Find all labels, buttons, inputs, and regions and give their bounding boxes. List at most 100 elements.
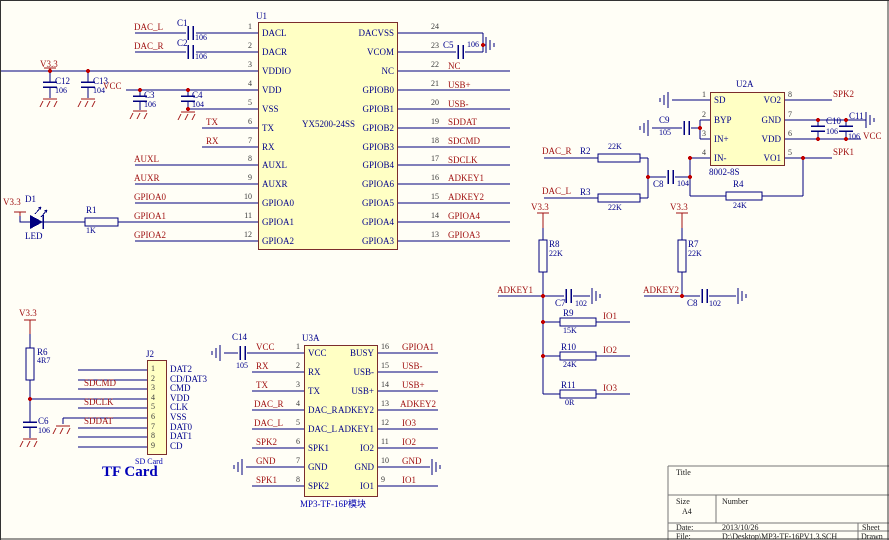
- net-label: USB-: [448, 100, 469, 109]
- u2a-pin-name: IN-: [714, 154, 727, 163]
- j2-pin-number: 4: [151, 394, 155, 402]
- u2a-part-number: 8002-8S: [709, 168, 740, 177]
- c9-value: 105: [659, 129, 671, 137]
- r6-value: 4R7: [37, 357, 50, 365]
- j2-pin-number: 2: [151, 375, 155, 383]
- r11-value: 0R: [565, 399, 574, 407]
- j2-pin-number: 3: [151, 384, 155, 392]
- u3a-pin-number: 14: [381, 381, 389, 389]
- u1-pin-name: AUXL: [262, 161, 287, 170]
- u3a-pin-name: BUSY: [322, 349, 374, 358]
- net-label: VCC: [103, 82, 122, 91]
- j2-pin-name: VSS: [170, 413, 187, 422]
- power-label: V3.3: [19, 309, 37, 318]
- u3a-pin-number: 15: [381, 362, 389, 370]
- u1-pin-name: GPIOA0: [262, 199, 294, 208]
- titleblock-number-label: Number: [722, 498, 748, 506]
- net-label: SDCMD: [448, 137, 480, 146]
- u1-pin-number: 21: [431, 80, 439, 88]
- titleblock-size-label: Size: [676, 498, 690, 506]
- u2a-pin-number: 2: [692, 111, 706, 119]
- net-label: USB-: [402, 362, 423, 371]
- net-label: GPIOA2: [134, 231, 166, 240]
- j2-pin-name: CMD: [170, 384, 191, 393]
- net-label: NC: [448, 62, 461, 71]
- c9-ref: C9: [659, 116, 670, 125]
- power-label: V3.3: [670, 203, 688, 212]
- j2-pin-name: DAT1: [170, 432, 192, 441]
- c5-value: 106: [467, 41, 479, 49]
- u2a-pin-number: 1: [692, 91, 706, 99]
- j2-pin-number: 7: [151, 423, 155, 431]
- r10-value: 24K: [563, 361, 577, 369]
- net-label: SDDAT: [448, 118, 477, 127]
- r2-value: 22K: [608, 143, 622, 151]
- net-label: SDDAT: [84, 417, 113, 426]
- net-label: IO3: [402, 419, 416, 428]
- r4-ref: R4: [733, 180, 744, 189]
- net-label: DAC_L: [134, 23, 163, 32]
- u1-pin-number: 24: [431, 23, 439, 31]
- u2a-ref: U2A: [736, 80, 754, 89]
- j2-pin-number: 6: [151, 413, 155, 421]
- u3a-pin-name: GND: [322, 463, 374, 472]
- c11-value: 106: [848, 133, 860, 141]
- c7-value: 102: [575, 300, 587, 308]
- r2-ref: R2: [580, 147, 591, 156]
- net-label: DAC_L: [254, 419, 283, 428]
- u3a-pin-number: 1: [286, 343, 300, 351]
- net-label: AUXR: [134, 174, 160, 183]
- u1-pin-number: 12: [234, 231, 252, 239]
- titleblock-date-label: Date:: [676, 524, 693, 532]
- c7-ref: C7: [555, 299, 566, 308]
- u1-pin-name: GPIOB2: [330, 124, 394, 133]
- tf-card-title: TF Card: [102, 468, 158, 477]
- r10-ref: R10: [561, 343, 576, 352]
- c14-ref: C14: [232, 333, 247, 342]
- c5-ref: C5: [443, 41, 454, 50]
- net-label: AUXL: [134, 155, 159, 164]
- u3a-pin-number: 12: [381, 419, 389, 427]
- u3a-pin-number: 8: [286, 476, 300, 484]
- net-label: SDCMD: [84, 379, 116, 388]
- net-label: SDCLK: [84, 398, 114, 407]
- schematic-graphics: [0, 0, 889, 540]
- u3a-pin-name: ADKEY1: [322, 425, 374, 434]
- c2-value: 106: [195, 53, 207, 61]
- u2a-pin-name: SD: [714, 96, 726, 105]
- u1-pin-name: VCOM: [330, 48, 394, 57]
- r4-value: 24K: [733, 202, 747, 210]
- net-label: SPK2: [256, 438, 277, 447]
- net-label: GND: [402, 457, 422, 466]
- r8-value: 22K: [549, 250, 563, 258]
- net-label: IO1: [402, 476, 416, 485]
- u3a-pin-name: TX: [308, 387, 320, 396]
- net-label: ADKEY2: [448, 193, 484, 202]
- ground-bar-icon: [432, 459, 440, 475]
- power-label: V3.3: [3, 198, 21, 207]
- ground-bar-icon: [234, 459, 242, 475]
- net-label: VCC: [863, 132, 882, 141]
- c8-value: 104: [677, 180, 689, 188]
- r9-value: 15K: [563, 327, 577, 335]
- r7-ref: R7: [688, 240, 699, 249]
- ground-bar-icon: [660, 92, 668, 108]
- j2-pin-number: 9: [151, 442, 155, 450]
- net-label: SPK2: [833, 90, 854, 99]
- d1-ref: D1: [25, 195, 36, 204]
- net-label: GPIOA1: [402, 343, 434, 352]
- u1-pin-number: 1: [234, 23, 252, 31]
- net-label: TX: [206, 118, 218, 127]
- u1-pin-name: NC: [330, 67, 394, 76]
- ground-bar-icon: [212, 345, 220, 361]
- u1-pin-name: GPIOA3: [330, 237, 394, 246]
- r3-ref: R3: [580, 188, 591, 197]
- j2-pin-number: 5: [151, 403, 155, 411]
- u3a-part-number: MP3-TF-16P模块: [300, 500, 366, 509]
- u3a-pin-name: USB-: [322, 368, 374, 377]
- u1-pin-number: 15: [431, 193, 439, 201]
- u1-pin-number: 13: [431, 231, 439, 239]
- u3a-pin-number: 7: [286, 457, 300, 465]
- u3a-pin-number: 5: [286, 419, 300, 427]
- u1-pin-name: VSS: [262, 105, 279, 114]
